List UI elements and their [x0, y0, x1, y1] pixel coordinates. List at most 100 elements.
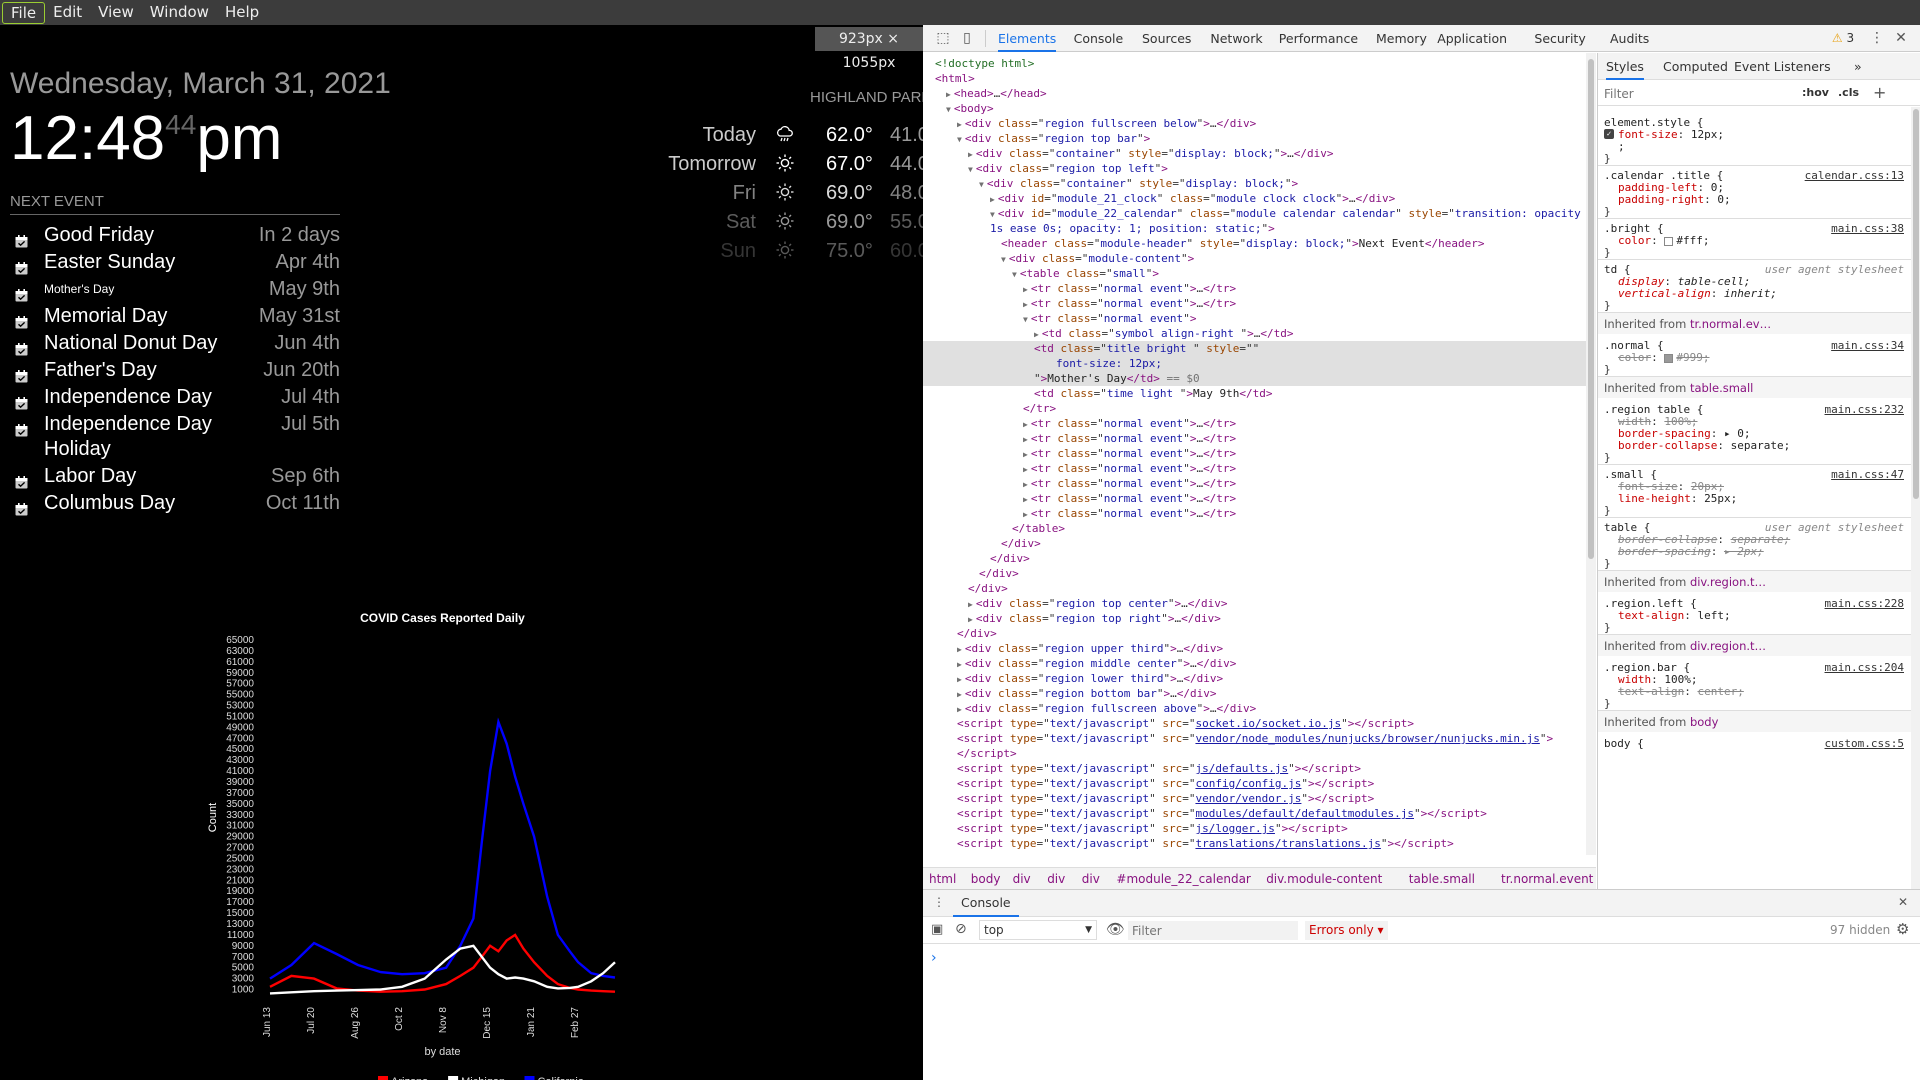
expand-arrow-icon[interactable]: ▶ [1023, 435, 1028, 444]
collapse-arrow-icon[interactable]: ▼ [946, 105, 951, 114]
expand-arrow-icon[interactable]: ▶ [957, 705, 962, 714]
dom-node-line[interactable]: ▼ <div id="module_22_calendar" class="mod… [990, 206, 1581, 221]
styles-tab-0[interactable]: Styles [1606, 53, 1644, 80]
drawer-menu-icon[interactable]: ⋮ [933, 895, 945, 909]
expand-arrow-icon[interactable]: ▶ [968, 600, 973, 609]
more-options-icon[interactable]: ⋮ [1869, 30, 1885, 46]
dom-node-line[interactable]: ▶ <tr class="normal event">…</tr> [1023, 461, 1236, 476]
dom-node-line[interactable]: 1s ease 0s; opacity: 1; position: static… [990, 221, 1275, 236]
dom-node-line[interactable]: ▶ <div class="container" style="display: … [968, 146, 1334, 161]
expand-arrow-icon[interactable]: ▶ [957, 690, 962, 699]
dom-node-line[interactable]: ▼ <div class="module-content"> [1001, 251, 1194, 266]
expand-arrow-icon[interactable]: ▶ [957, 120, 962, 129]
dom-node-line[interactable]: <html> [935, 71, 975, 86]
breadcrumb-item[interactable]: html [929, 872, 956, 886]
rule-selector[interactable]: body { [1604, 737, 1644, 750]
property-checkbox[interactable]: ✓ [1604, 129, 1614, 139]
close-devtools-icon[interactable]: ✕ [1893, 30, 1909, 46]
console-prompt[interactable]: › [931, 950, 1911, 966]
console-filter-input[interactable] [1128, 921, 1298, 940]
tab-security[interactable]: Security [1534, 25, 1585, 52]
collapse-arrow-icon[interactable]: ▼ [990, 210, 995, 219]
dom-node-line[interactable]: ▼ <div class="region top bar"> [957, 131, 1150, 146]
dom-node-line[interactable]: <script type="text/javascript" src="vend… [957, 791, 1374, 806]
menu-help[interactable]: Help [217, 0, 267, 25]
breadcrumb-item[interactable]: body [971, 872, 1001, 886]
dom-node-line[interactable]: ▶ <div class="region lower third">…</div> [957, 671, 1223, 686]
expand-arrow-icon[interactable]: ▶ [957, 675, 962, 684]
dom-node-line[interactable]: ">Mother's Day</td> == $0 [923, 371, 1586, 386]
styles-tab-2[interactable]: Event Listeners [1734, 53, 1831, 80]
dom-node-line[interactable]: ▼ <div class="container" style="display: … [979, 176, 1298, 191]
dom-node-line[interactable]: ▶ <tr class="normal event">…</tr> [1023, 281, 1236, 296]
dom-node-line[interactable]: </script> [957, 746, 1017, 761]
tab-console[interactable]: Console [1074, 25, 1124, 52]
dom-node-line[interactable]: ▶ <td class="symbol align-right ">…</td> [1034, 326, 1294, 341]
dom-node-line[interactable]: ▶ <tr class="normal event">…</tr> [1023, 431, 1236, 446]
dom-node-line[interactable]: <!doctype html> [935, 56, 1034, 71]
style-rule-line[interactable]: body { custom.css:5 [1604, 736, 1904, 751]
dom-node-line[interactable]: font-size: 12px; [923, 356, 1586, 371]
dom-node-line[interactable]: <td class="time light ">May 9th</td> [1034, 386, 1272, 401]
elements-scrollbar-thumb[interactable] [1588, 59, 1594, 559]
styles-scrollbar-thumb[interactable] [1913, 109, 1919, 499]
rule-source-link[interactable]: custom.css:5 [1825, 736, 1904, 751]
menu-file[interactable]: File [2, 1, 46, 24]
tab-audits[interactable]: Audits [1610, 25, 1649, 52]
dom-node-line[interactable]: ▶ <tr class="normal event">…</tr> [1023, 491, 1236, 506]
class-toggle[interactable]: .cls [1838, 86, 1859, 99]
dom-node-line[interactable]: ▶ <tr class="normal event">…</tr> [1023, 446, 1236, 461]
collapse-arrow-icon[interactable]: ▼ [1012, 270, 1017, 279]
inherited-selector[interactable]: div.region.t… [1690, 639, 1766, 653]
tab-sources[interactable]: Sources [1142, 25, 1191, 52]
expand-arrow-icon[interactable]: ▶ [957, 660, 962, 669]
dom-node-line[interactable]: ▶ <div class="region fullscreen below">…<… [957, 116, 1256, 131]
menu-view[interactable]: View [90, 0, 142, 25]
dom-node-line[interactable]: ▶ <head>…</head> [946, 86, 1047, 101]
breadcrumb-item[interactable]: #module_22_calendar [1116, 872, 1250, 886]
expand-arrow-icon[interactable]: ▶ [1034, 330, 1039, 339]
styles-tab-1[interactable]: Computed [1663, 53, 1728, 80]
expand-arrow-icon[interactable]: ▶ [1023, 300, 1028, 309]
dom-node-line[interactable]: </div> [1001, 536, 1041, 551]
expand-arrow-icon[interactable]: ▶ [1023, 465, 1028, 474]
tab-performance[interactable]: Performance [1279, 25, 1358, 52]
dom-node-line[interactable]: </div> [957, 626, 997, 641]
device-toolbar-icon[interactable]: ▯ [959, 30, 975, 46]
styles-filter-input[interactable] [1604, 84, 1784, 103]
tab-network[interactable]: Network [1210, 25, 1262, 52]
expand-arrow-icon[interactable]: ▶ [968, 150, 973, 159]
breadcrumb-item[interactable]: div.module-content [1266, 872, 1382, 886]
dom-node-line[interactable]: <script type="text/javascript" src="js/d… [957, 761, 1361, 776]
dom-node-line[interactable]: ▶ <div class="region middle center">…</di… [957, 656, 1236, 671]
breadcrumb-item[interactable]: div [1047, 872, 1065, 886]
dom-node-line[interactable]: ▶ <div class="region bottom bar">…</div> [957, 686, 1217, 701]
dom-node-line[interactable]: <header class="module-header" style="dis… [1001, 236, 1485, 251]
dom-node-line[interactable]: ▶ <tr class="normal event">…</tr> [1023, 416, 1236, 431]
dom-node-line[interactable]: ▶ <div class="region upper third">…</div> [957, 641, 1223, 656]
collapse-arrow-icon[interactable]: ▼ [1023, 315, 1028, 324]
collapse-arrow-icon[interactable]: ▼ [979, 180, 984, 189]
breadcrumb-item[interactable]: tr.normal.event [1501, 872, 1593, 886]
tab-memory[interactable]: Memory [1376, 25, 1427, 52]
clear-console-icon[interactable]: ⊘ [955, 921, 967, 937]
dom-node-line[interactable]: </div> [968, 581, 1008, 596]
new-style-rule-icon[interactable]: + [1873, 83, 1886, 102]
expand-arrow-icon[interactable]: ▶ [1023, 510, 1028, 519]
elements-scrollbar[interactable] [1586, 53, 1596, 855]
dom-node-line[interactable]: </tr> [1023, 401, 1056, 416]
expand-arrow-icon[interactable]: ▶ [990, 195, 995, 204]
dom-node-line[interactable]: <script type="text/javascript" src="vend… [957, 731, 1553, 746]
close-drawer-icon[interactable]: ✕ [1898, 895, 1908, 909]
inspect-element-icon[interactable]: ⬚ [935, 30, 951, 46]
hover-state-toggle[interactable]: :hov [1802, 86, 1829, 99]
warning-count[interactable]: ⚠ 3 [1828, 30, 1858, 46]
expand-arrow-icon[interactable]: ▶ [1023, 495, 1028, 504]
dom-node-line[interactable]: </div> [990, 551, 1030, 566]
console-drawer-tab[interactable]: Console [953, 890, 1019, 917]
dom-node-line[interactable]: <script type="text/javascript" src="sock… [957, 716, 1414, 731]
styles-tab-3[interactable]: » [1854, 53, 1862, 80]
breadcrumb-item[interactable]: div [1082, 872, 1100, 886]
expand-arrow-icon[interactable]: ▶ [1023, 420, 1028, 429]
dom-node-line[interactable]: <script type="text/javascript" src="js/l… [957, 821, 1348, 836]
